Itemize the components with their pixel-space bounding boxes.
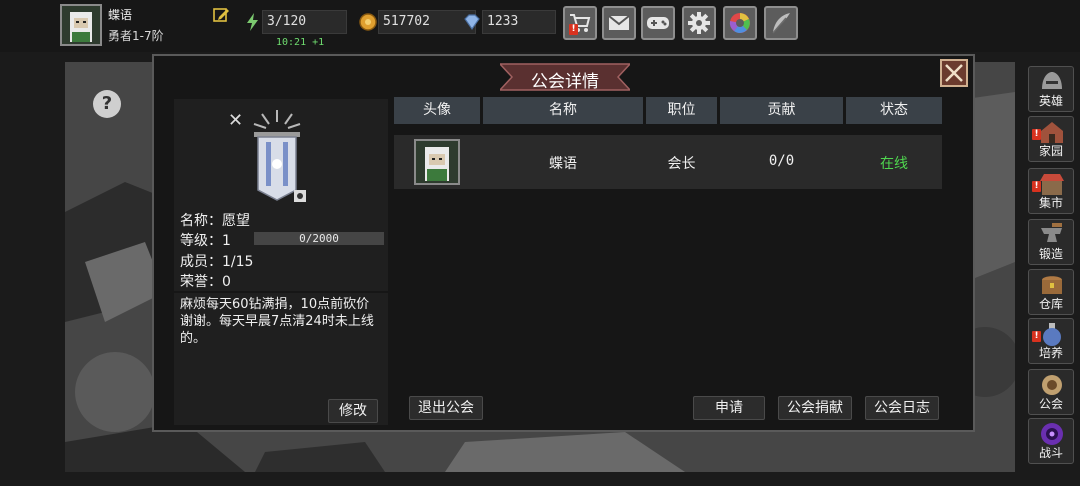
sidebar-item-hero[interactable]: 英雄: [1028, 66, 1074, 112]
sidebar-label: 公会: [1038, 397, 1063, 411]
guild-level-label: 等级：: [180, 233, 222, 249]
gold-coin-icon: [359, 13, 377, 31]
guild-level-row: 等级：1: [180, 230, 231, 250]
column-header-avatar: 头像: [394, 97, 480, 124]
gem-icon: [464, 14, 480, 31]
market-alert-badge: !: [1032, 181, 1041, 192]
guild-name: 愿望: [222, 213, 250, 229]
apply-button[interactable]: 申请: [693, 396, 765, 420]
sidebar-label: 仓库: [1038, 297, 1063, 311]
player-avatar[interactable]: [60, 4, 102, 46]
guild-name-row: 名称：愿望: [180, 210, 250, 230]
gem-value: 1233: [487, 14, 519, 29]
player-rank: 勇者1-7阶: [108, 29, 164, 43]
member-name: 蝶语: [549, 156, 577, 172]
donate-button[interactable]: 公会捐献: [778, 396, 852, 420]
lightning-icon: [247, 13, 258, 31]
guild-members: 1/15: [222, 254, 254, 270]
shop-button[interactable]: !: [563, 6, 597, 40]
guild-description: 麻烦每天60钻满捐，10点前砍价谢谢。每天早晨7点清24时未上线的。: [180, 297, 374, 346]
sidebar-item-warehouse[interactable]: 仓库: [1028, 269, 1074, 315]
modify-button[interactable]: 修改: [328, 399, 378, 423]
edit-icon[interactable]: [212, 6, 230, 24]
sidebar-label: 集市: [1038, 196, 1063, 210]
sidebar-item-battle[interactable]: 战斗: [1028, 418, 1074, 464]
column-header-contribution: 贡献: [720, 97, 843, 124]
member-avatar[interactable]: [414, 139, 460, 185]
guild-log-button[interactable]: 公会日志: [865, 396, 939, 420]
settings-button[interactable]: [682, 6, 716, 40]
column-header-status: 状态: [846, 97, 942, 124]
sidebar-label: 战斗: [1038, 446, 1063, 460]
sidebar-item-market[interactable]: ! 集市: [1028, 168, 1074, 214]
sidebar-item-train[interactable]: ! 培养: [1028, 318, 1074, 364]
top-bar: 蝶语 勇者1-7阶 3/120 10:21 +1 517702 1233 !: [0, 0, 1080, 52]
guild-honor-row: 荣誉：0: [180, 271, 231, 291]
color-wheel-button[interactable]: [723, 6, 757, 40]
mail-button[interactable]: [602, 6, 636, 40]
gamepad-icon: [647, 17, 669, 29]
home-alert-badge: !: [1032, 129, 1041, 140]
guild-honor: 0: [222, 274, 231, 290]
stamina-value: 3/120: [267, 14, 307, 29]
sidebar-label: 英雄: [1038, 94, 1063, 108]
stamina-timer: 10:21 +1: [276, 37, 325, 48]
sidebar-item-forge[interactable]: 锻造: [1028, 219, 1074, 265]
gamepad-button[interactable]: [641, 6, 675, 40]
dialog-title-banner: 公会详情: [500, 62, 630, 92]
train-alert-badge: !: [1032, 331, 1041, 342]
sidebar-item-home[interactable]: ! 家园: [1028, 116, 1074, 162]
help-icon[interactable]: ?: [93, 90, 121, 118]
mail-icon: [608, 15, 630, 30]
dialog-title: 公会详情: [531, 72, 599, 92]
shop-alert-badge: !: [569, 24, 578, 35]
column-header-role: 职位: [646, 97, 717, 124]
member-role: 会长: [667, 156, 696, 172]
close-icon: [945, 64, 963, 82]
guild-exp-bar: 0/2000: [254, 232, 384, 245]
stamina-counter: 3/120: [262, 10, 347, 34]
guild-exp-text: 0/2000: [299, 232, 339, 245]
leave-guild-button[interactable]: 退出公会: [409, 396, 483, 420]
gear-icon: [688, 12, 710, 34]
guild-name-label: 名称：: [180, 213, 222, 229]
sidebar-label: 锻造: [1038, 247, 1063, 261]
member-contribution: 0/0: [768, 153, 795, 169]
feather-icon: [772, 13, 790, 34]
player-name: 蝶语: [108, 8, 133, 22]
guild-level: 1: [222, 233, 231, 249]
remove-icon[interactable]: ✕: [228, 110, 243, 131]
member-status: 在线: [880, 156, 908, 172]
feather-button[interactable]: [764, 6, 798, 40]
close-button[interactable]: [940, 59, 968, 87]
guild-members-row: 成员：1/15: [180, 251, 253, 271]
gold-value: 517702: [383, 14, 430, 29]
sidebar-item-guild[interactable]: 公会: [1028, 369, 1074, 415]
color-wheel-icon: [729, 13, 750, 33]
column-header-name: 名称: [483, 97, 643, 124]
sidebar-label: 家园: [1038, 144, 1063, 158]
guild-members-label: 成员：: [180, 254, 222, 270]
guild-honor-label: 荣誉：: [180, 274, 222, 290]
gem-counter: 1233: [482, 10, 556, 34]
edit-emblem-icon[interactable]: [294, 190, 306, 202]
sidebar-label: 培养: [1038, 346, 1063, 360]
table-row[interactable]: 蝶语 会长 0/0 在线: [394, 135, 942, 189]
